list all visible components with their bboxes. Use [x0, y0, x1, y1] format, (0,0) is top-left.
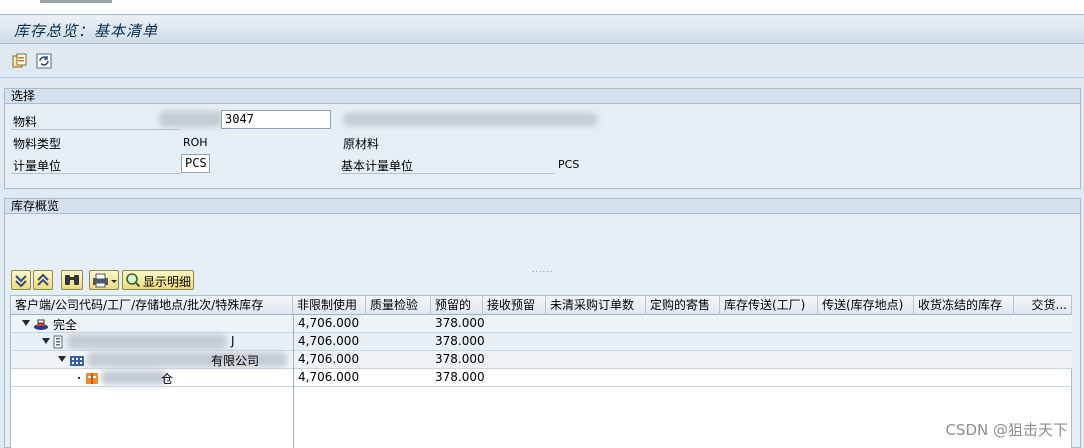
expand-all-button[interactable]: [11, 270, 31, 290]
collapse-all-icon: [37, 273, 49, 286]
col-header-open-po[interactable]: 未清采购订单数: [546, 296, 646, 315]
table-row[interactable]: 仓 4,706.000 378.000: [11, 369, 1072, 387]
expand-triangle-icon[interactable]: [22, 320, 30, 326]
expand-triangle-icon[interactable]: [58, 356, 66, 362]
find-button[interactable]: [61, 270, 83, 290]
grid-header: 客户端/公司代码/工厂/存储地点/批次/特殊库存 非限制使用 质量检验 预留的 …: [11, 296, 1072, 315]
selection-group: 选择 物料 3047 物料类型 ROH 原材料 计量单位 PCS 基本计量单位 …: [4, 88, 1081, 189]
uom-label: 计量单位: [13, 159, 62, 173]
table-row[interactable]: J 4,706.000 378.000: [11, 333, 1072, 351]
splitter-handle[interactable]: ......: [532, 265, 552, 274]
table-row[interactable]: 完全 4,706.000 378.000: [11, 315, 1072, 333]
top-strip: [0, 0, 1084, 14]
tree-node-label: 有限公司: [211, 354, 260, 368]
tree-node-label: 完全: [53, 318, 78, 332]
material-label-underline: [11, 129, 181, 130]
selection-group-title: 选择: [5, 89, 1080, 104]
col-header-gr-blocked[interactable]: 收货冻结的库存: [914, 296, 1014, 315]
reserved-value: 378.000: [435, 316, 485, 330]
expand-all-icon: [15, 275, 27, 288]
col-header-delivery[interactable]: 交货...: [1014, 296, 1072, 315]
reserved-value: 378.000: [435, 370, 485, 384]
show-detail-button[interactable]: 显示明细: [122, 270, 194, 290]
stock-tree-grid: 客户端/公司代码/工厂/存储地点/批次/特殊库存 非限制使用 质量检验 预留的 …: [10, 295, 1072, 448]
printer-icon: [93, 273, 117, 288]
company-code-icon: [53, 335, 63, 349]
material-type-label: 物料类型: [13, 137, 62, 151]
app-toolbar: [0, 45, 1084, 78]
plant-icon: [70, 356, 84, 366]
reserved-value: 378.000: [435, 352, 485, 366]
table-row[interactable]: 有限公司 4,706.000 378.000: [11, 351, 1072, 369]
col-header-consignment-ordered[interactable]: 定购的寄售: [646, 296, 720, 315]
material-input[interactable]: 3047: [221, 110, 331, 129]
material-label: 物料: [13, 115, 38, 129]
uom-label-underline: [11, 173, 181, 174]
material-type-value: ROH: [183, 136, 208, 149]
redacted-storage-location: [101, 370, 167, 385]
base-uom-value: PCS: [558, 158, 580, 171]
redacted-material-description: [343, 113, 598, 126]
refresh-icon[interactable]: [36, 53, 52, 69]
reserved-value: 378.000: [435, 334, 485, 348]
col-header-receipt-reservation[interactable]: 接收预留: [483, 296, 546, 315]
unrestricted-value: 4,706.000: [298, 316, 360, 330]
col-header-unrestricted[interactable]: 非限制使用: [293, 296, 366, 315]
tree-column-divider[interactable]: [293, 315, 294, 448]
col-header-quality-inspection[interactable]: 质量检验: [366, 296, 431, 315]
col-header-transfer-plant[interactable]: 库存传送(工厂): [720, 296, 818, 315]
unrestricted-value: 4,706.000: [298, 352, 360, 366]
col-header-transfer-sloc[interactable]: 传送(库存地点): [818, 296, 914, 315]
watermark: CSDN @狙击天下: [945, 421, 1068, 439]
uom-input[interactable]: PCS: [181, 154, 210, 173]
page-title: 库存总览：基本清单: [14, 22, 159, 40]
storage-location-icon: [86, 373, 98, 384]
leaf-bullet-icon: [78, 377, 80, 379]
magnifier-icon: [126, 273, 141, 288]
collapse-all-button[interactable]: [33, 270, 53, 290]
print-button[interactable]: [89, 270, 119, 290]
client-icon: [34, 319, 48, 330]
material-type-description: 原材料: [343, 137, 380, 151]
unrestricted-value: 4,706.000: [298, 334, 360, 348]
col-header-hierarchy[interactable]: 客户端/公司代码/工厂/存储地点/批次/特殊库存: [11, 296, 293, 315]
stock-overview-group: 库存概览 ...... 显示明细 客户端/公司代码/工厂/存储地点/批次/特殊库…: [4, 198, 1081, 448]
overview-group-title: 库存概览: [5, 199, 1080, 214]
base-uom-underline: [341, 173, 555, 174]
redacted-material-prefix: [159, 111, 223, 127]
title-bar: 库存总览：基本清单: [0, 14, 1084, 44]
copy-icon[interactable]: [12, 53, 28, 69]
show-detail-label: 显示明细: [143, 275, 192, 289]
tree-node-label: 仓: [161, 372, 174, 386]
binoculars-icon: [65, 275, 79, 285]
base-uom-label: 基本计量单位: [341, 159, 414, 173]
redacted-company-code: [67, 334, 227, 349]
col-header-reserved[interactable]: 预留的: [431, 296, 483, 315]
tree-node-label: J: [231, 334, 235, 348]
unrestricted-value: 4,706.000: [298, 370, 360, 384]
expand-triangle-icon[interactable]: [42, 338, 50, 344]
tab-marker: [40, 0, 112, 3]
